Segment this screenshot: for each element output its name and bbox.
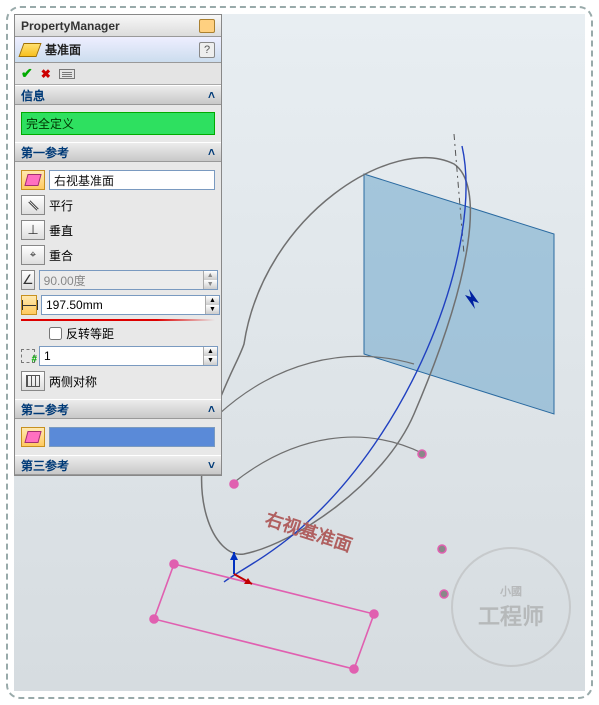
parallel-label: 平行: [49, 197, 73, 214]
distance-button[interactable]: [21, 295, 37, 315]
status-fully-defined: 完全定义: [21, 112, 215, 135]
flip-offset-label: 反转等距: [66, 325, 114, 342]
section-ref1-body: 右视基准面 平行 垂直 重合 ▲▼: [15, 162, 221, 399]
perpendicular-button[interactable]: [21, 220, 45, 240]
pin-icon[interactable]: [199, 19, 215, 33]
face-icon: [24, 431, 41, 443]
datum-plane-preview[interactable]: [364, 174, 554, 414]
section-info-header[interactable]: 信息 ˄: [15, 85, 221, 105]
selected-sketch[interactable]: [150, 450, 448, 673]
spin-up[interactable]: ▲: [204, 347, 217, 356]
perpendicular-label: 垂直: [49, 222, 73, 239]
detailed-preview-button[interactable]: [59, 69, 75, 79]
spin-up[interactable]: ▲: [206, 296, 219, 305]
cancel-button[interactable]: [41, 67, 51, 81]
ref1-selection-box[interactable]: 右视基准面: [49, 170, 215, 190]
distance-field[interactable]: [42, 296, 205, 314]
angle-input: ▲▼: [39, 270, 218, 290]
reference-entity-button[interactable]: [21, 170, 45, 190]
spin-down[interactable]: ▼: [206, 305, 219, 314]
panel-title: PropertyManager: [21, 19, 120, 33]
coincident-button[interactable]: [21, 245, 45, 265]
section-ref3-title: 第三参考: [21, 457, 69, 474]
section-ref1-title: 第一参考: [21, 144, 69, 161]
section-ref3-header[interactable]: 第三参考 ˅: [15, 455, 221, 475]
mid-plane-button[interactable]: [21, 371, 45, 391]
section-ref2-body: [15, 419, 221, 455]
highlight-underline: [21, 319, 215, 321]
parallel-icon: [30, 198, 36, 212]
flip-offset-input[interactable]: [49, 327, 62, 340]
coincident-icon: [30, 249, 36, 262]
perpendicular-icon: [27, 222, 38, 238]
section-info-title: 信息: [21, 87, 45, 104]
face-icon: [24, 174, 41, 186]
ok-button[interactable]: [21, 65, 33, 82]
property-manager-panel: PropertyManager 基准面 ? 信息 ˄ 完全定义 第一参考 ˄: [14, 14, 222, 476]
section-info-body: 完全定义: [15, 105, 221, 142]
angle-field: [40, 271, 203, 289]
angle-icon: [22, 272, 34, 288]
instances-icon: [21, 349, 35, 363]
distance-input[interactable]: ▲▼: [41, 295, 220, 315]
plane-label-text: 右视基准面: [263, 508, 355, 556]
panel-header: PropertyManager: [15, 15, 221, 37]
help-button[interactable]: ?: [199, 42, 215, 58]
chevron-down-icon: ˅: [208, 458, 215, 472]
plane-icon: [18, 43, 41, 57]
command-bar: [15, 63, 221, 85]
model-edge-2: [232, 437, 424, 484]
model-edge-1: [219, 356, 414, 414]
chevron-up-icon: ˄: [208, 88, 215, 102]
mid-plane-label: 两侧对称: [49, 373, 97, 390]
spin-up: ▲: [204, 271, 217, 280]
feature-name: 基准面: [45, 41, 193, 58]
angle-button[interactable]: [21, 270, 35, 290]
spin-down: ▼: [204, 280, 217, 289]
coincident-label: 重合: [49, 247, 73, 264]
instances-field[interactable]: [40, 347, 203, 365]
distance-icon: [22, 298, 36, 312]
instances-input[interactable]: ▲▼: [39, 346, 218, 366]
watermark: 小國 工程师: [451, 547, 571, 667]
feature-title-bar: 基准面 ?: [15, 37, 221, 63]
reference-entity-button-2[interactable]: [21, 427, 45, 447]
mid-plane-icon: [26, 375, 40, 387]
graphics-viewport[interactable]: 右视基准面 小國 工程师 PropertyManager: [14, 14, 585, 691]
spin-down[interactable]: ▼: [204, 356, 217, 365]
section-ref1-header[interactable]: 第一参考 ˄: [15, 142, 221, 162]
section-ref2-title: 第二参考: [21, 401, 69, 418]
flip-offset-checkbox[interactable]: 反转等距: [49, 325, 215, 342]
instances-button: [21, 346, 35, 366]
chevron-up-icon: ˄: [208, 145, 215, 159]
parallel-button[interactable]: [21, 195, 45, 215]
ref2-selection-box[interactable]: [49, 427, 215, 447]
section-ref2-header[interactable]: 第二参考 ˄: [15, 399, 221, 419]
chevron-up-icon: ˄: [208, 402, 215, 416]
